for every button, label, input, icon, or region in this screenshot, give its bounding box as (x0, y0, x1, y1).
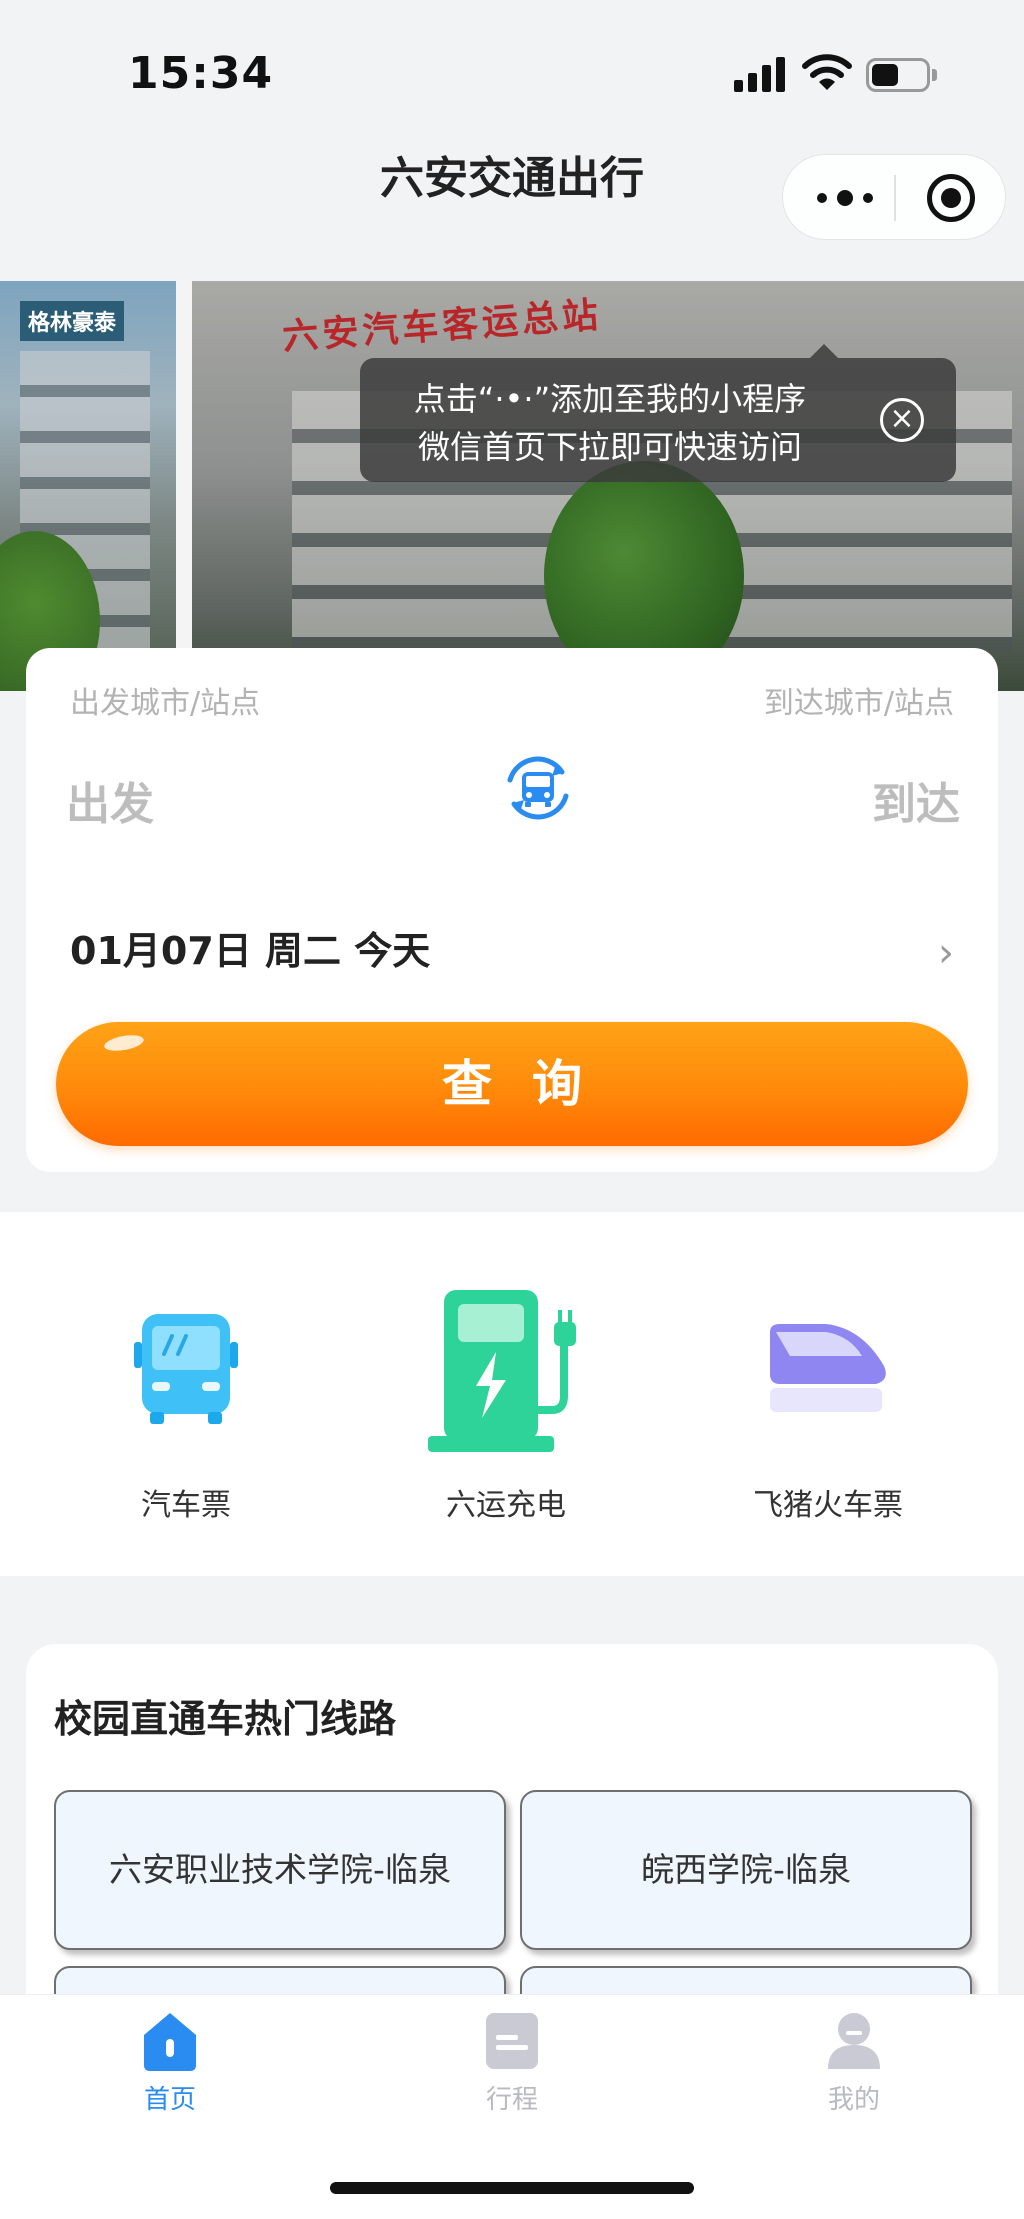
banner-photo-prev: 格林豪泰 (0, 281, 176, 691)
service-train-ticket[interactable]: 飞猪火车票 (678, 1212, 978, 1576)
routes-title: 校园直通车热门线路 (54, 1697, 397, 1741)
ticket-search-card: 出发城市/站点 到达城市/站点 出发 到达 01月07日 周二 今天 › 查询 (26, 648, 998, 1172)
campus-routes-card: 校园直通车热门线路 六安职业技术学院-临泉 皖西学院-临泉 (26, 1644, 998, 2044)
to-city-field[interactable]: 到达 (872, 768, 960, 832)
banner-carousel[interactable]: 格林豪泰 六安汽车客运总站 (0, 281, 1024, 691)
profile-icon (828, 2013, 880, 2069)
capsule-divider (894, 175, 896, 221)
tab-trips[interactable]: 行程 (422, 2011, 602, 2131)
tooltip-close-icon[interactable]: × (880, 398, 924, 442)
service-label: 飞猪火车票 (753, 1488, 903, 1523)
route-card[interactable]: 六安职业技术学院-临泉 (54, 1790, 506, 1950)
banner-station-sign: 六安汽车客运总站 (281, 294, 604, 359)
bus-icon (134, 1314, 238, 1424)
service-label: 六运充电 (446, 1488, 566, 1523)
tab-home[interactable]: 首页 (80, 2011, 260, 2131)
miniprogram-capsule (782, 154, 1006, 240)
banner-photo-bus-station: 六安汽车客运总站 (192, 281, 1024, 691)
service-bus-ticket[interactable]: 汽车票 (36, 1212, 336, 1576)
tooltip-line1: 点击“·•·”添加至我的小程序 (413, 380, 807, 418)
status-time: 15:34 (128, 48, 274, 99)
service-label: 汽车票 (141, 1488, 231, 1523)
more-icon[interactable] (813, 155, 883, 241)
charging-station-icon (428, 1290, 576, 1452)
add-miniprogram-tooltip: 点击“·•·”添加至我的小程序 微信首页下拉即可快速访问 × (360, 344, 956, 482)
banner-left-sign: 格林豪泰 (20, 301, 125, 341)
train-icon (770, 1324, 886, 1412)
home-icon (144, 2013, 196, 2071)
tab-profile[interactable]: 我的 (764, 2011, 944, 2131)
from-city-field[interactable]: 出发 (66, 768, 154, 832)
status-bar: 15:34 (0, 0, 1024, 150)
wifi-icon (802, 54, 852, 90)
trip-icon (486, 2013, 538, 2069)
battery-icon (866, 58, 937, 92)
query-button[interactable]: 查询 (56, 1022, 968, 1146)
query-button-label: 查询 (442, 1055, 622, 1113)
service-charging[interactable]: 六运充电 (356, 1212, 656, 1576)
close-miniprogram-icon[interactable] (927, 174, 975, 222)
chevron-right-icon[interactable]: › (938, 930, 954, 976)
services-grid: 汽车票 六运充电 飞猪火车票 (0, 1212, 1024, 1576)
tab-label: 我的 (827, 2085, 880, 2115)
cellular-signal-icon (734, 56, 786, 92)
travel-date-selector[interactable]: 01月07日 周二 今天 (70, 920, 430, 975)
route-card[interactable]: 皖西学院-临泉 (520, 1790, 972, 1950)
tab-label: 行程 (485, 2085, 538, 2115)
tooltip-line2: 微信首页下拉即可快速访问 (417, 428, 802, 466)
swap-bus-icon[interactable] (500, 750, 576, 826)
home-indicator[interactable] (330, 2182, 694, 2194)
tab-label: 首页 (143, 2085, 196, 2115)
from-label: 出发城市/站点 (70, 686, 261, 721)
to-label: 到达城市/站点 (763, 686, 954, 721)
